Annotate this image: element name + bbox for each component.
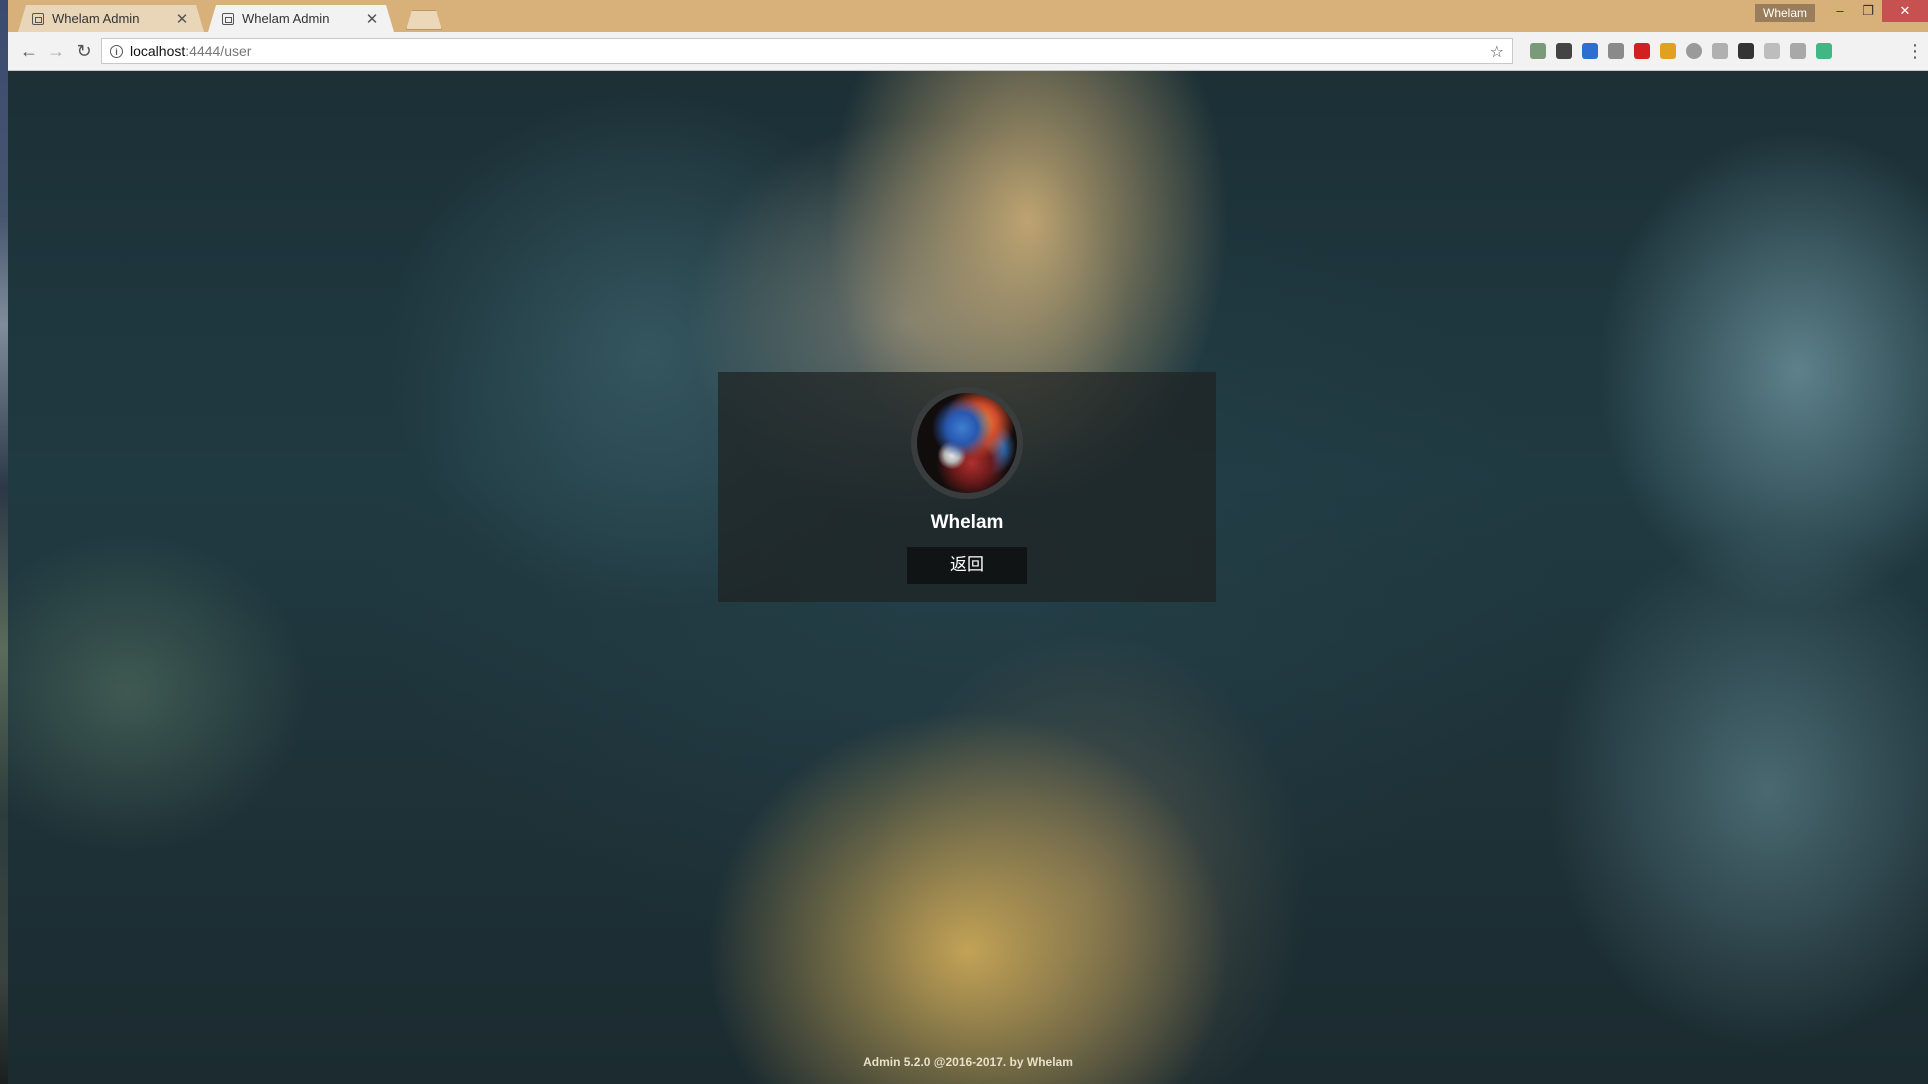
url-path: :4444/user — [185, 43, 252, 59]
address-bar[interactable]: i localhost:4444/user ☆ — [101, 38, 1513, 64]
extension-vue-icon[interactable] — [1816, 43, 1832, 59]
avatar — [911, 387, 1023, 499]
extension-card-icon[interactable] — [1608, 43, 1624, 59]
browser-window: Whelam Admin ✕ Whelam Admin ✕ Whelam – ❐… — [8, 0, 1928, 1084]
back-arrow-icon[interactable]: ← — [17, 40, 41, 62]
extension-c-icon[interactable] — [1738, 43, 1754, 59]
page-favicon-icon — [32, 13, 44, 25]
reload-icon[interactable]: ↻ — [72, 40, 96, 62]
restore-icon[interactable]: ❐ — [1854, 0, 1882, 22]
user-card: Whelam 返回 — [718, 372, 1216, 602]
page-favicon-icon — [222, 13, 234, 25]
username: Whelam — [930, 512, 1004, 533]
desktop-background-strip — [0, 0, 8, 1084]
minimize-icon[interactable]: – — [1826, 0, 1854, 22]
extension-new-icon[interactable] — [1582, 43, 1598, 59]
extension-box-icon[interactable] — [1790, 43, 1806, 59]
tab-close-icon[interactable]: ✕ — [362, 10, 382, 28]
forward-arrow-icon[interactable]: → — [44, 40, 68, 62]
extension-chart-icon[interactable] — [1764, 43, 1780, 59]
extension-puzzle-icon[interactable] — [1530, 43, 1546, 59]
extension-colors-icon[interactable] — [1660, 43, 1676, 59]
browser-toolbar: ← → ↻ i localhost:4444/user ☆ ⋮ — [8, 32, 1928, 71]
new-tab-button[interactable] — [406, 10, 442, 30]
back-button[interactable]: 返回 — [907, 547, 1027, 584]
bookmark-star-icon[interactable]: ☆ — [1490, 42, 1504, 62]
page-viewport: Whelam 返回 Admin 5.2.0 @2016-2017. by Whe… — [8, 71, 1928, 1084]
extension-fe-icon[interactable] — [1634, 43, 1650, 59]
extension-circle-icon[interactable] — [1686, 43, 1702, 59]
tab-title: Whelam Admin — [242, 11, 330, 26]
tab-strip: Whelam Admin ✕ Whelam Admin ✕ Whelam – ❐… — [8, 0, 1928, 32]
site-info-icon[interactable]: i — [110, 44, 123, 58]
menu-dots-icon[interactable]: ⋮ — [1906, 40, 1924, 62]
url-host: localhost — [130, 43, 186, 59]
tab-close-icon[interactable]: ✕ — [172, 10, 192, 28]
extension-flower-icon[interactable] — [1712, 43, 1728, 59]
tab-whelam-admin-2[interactable]: Whelam Admin ✕ — [208, 5, 394, 32]
tab-title: Whelam Admin — [52, 11, 140, 26]
extension-glasses-icon[interactable] — [1556, 43, 1572, 59]
window-close-icon[interactable]: ✕ — [1882, 0, 1928, 22]
profile-button[interactable]: Whelam — [1755, 4, 1816, 22]
footer-text: Admin 5.2.0 @2016-2017. by Whelam — [863, 1055, 1073, 1069]
tab-whelam-admin-1[interactable]: Whelam Admin ✕ — [18, 5, 204, 32]
